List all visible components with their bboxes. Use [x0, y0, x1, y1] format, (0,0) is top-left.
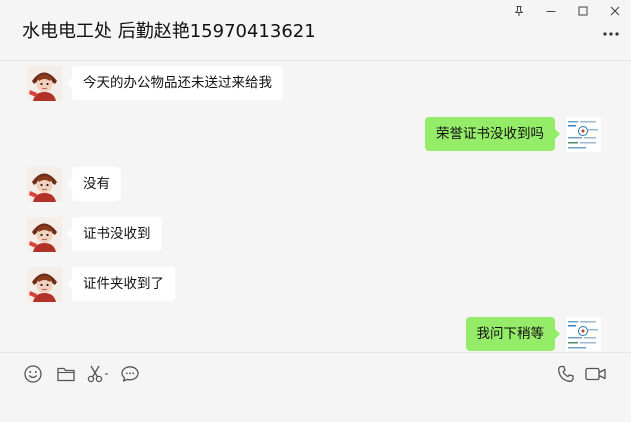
chat-history-button[interactable]	[119, 363, 141, 385]
message-bubble[interactable]: 证件夹收到了	[67, 267, 175, 301]
video-call-button[interactable]	[583, 363, 609, 385]
message-bubble[interactable]: 我问下稍等	[465, 317, 560, 351]
chat-title: 水电电工处 后勤赵艳15970413621	[22, 21, 316, 42]
message-list[interactable]: 今天的办公物品还未送过来给我 荣誉证书没收到吗 没有 证书没收到 证件夹收到了 …	[0, 61, 631, 351]
avatar[interactable]	[27, 66, 62, 101]
close-icon	[610, 6, 620, 16]
scissors-icon	[87, 365, 108, 383]
avatar[interactable]	[27, 217, 62, 252]
message-input[interactable]	[0, 396, 631, 422]
file-button[interactable]	[55, 363, 77, 385]
message-outgoing: 我问下稍等	[465, 317, 601, 351]
message-bubble[interactable]: 今天的办公物品还未送过来给我	[67, 66, 283, 100]
avatar-image	[27, 167, 62, 202]
message-bubble[interactable]: 没有	[67, 167, 121, 201]
message-incoming: 今天的办公物品还未送过来给我	[27, 66, 283, 101]
avatar-image	[27, 217, 62, 252]
message-incoming: 证件夹收到了	[27, 267, 175, 302]
chat-bubble-icon	[121, 366, 139, 382]
message-incoming: 没有	[27, 167, 121, 202]
maximize-button[interactable]	[567, 0, 599, 22]
maximize-icon	[578, 6, 588, 16]
voice-call-button[interactable]	[555, 363, 577, 385]
avatar-image	[566, 317, 601, 351]
avatar[interactable]	[566, 317, 601, 351]
avatar-image	[27, 66, 62, 101]
input-toolbar	[0, 352, 631, 397]
more-button[interactable]	[601, 27, 621, 41]
phone-icon	[558, 365, 574, 382]
folder-icon	[57, 367, 75, 382]
avatar[interactable]	[27, 267, 62, 302]
message-bubble[interactable]: 证书没收到	[67, 217, 162, 251]
window-controls	[503, 0, 631, 22]
minimize-icon	[546, 11, 556, 12]
emoji-icon	[24, 365, 42, 383]
message-bubble[interactable]: 荣誉证书没收到吗	[425, 117, 560, 151]
message-incoming: 证书没收到	[27, 217, 162, 252]
title-bar: 水电电工处 后勤赵艳15970413621	[0, 0, 631, 61]
more-icon	[603, 32, 619, 36]
video-camera-icon	[585, 367, 606, 381]
pin-button[interactable]	[503, 0, 535, 22]
avatar-image	[566, 117, 601, 152]
minimize-button[interactable]	[535, 0, 567, 22]
message-outgoing: 荣誉证书没收到吗	[425, 117, 601, 152]
screenshot-button[interactable]	[86, 363, 112, 385]
close-button[interactable]	[599, 0, 631, 22]
avatar[interactable]	[566, 117, 601, 152]
emoji-button[interactable]	[22, 363, 44, 385]
chat-window: 水电电工处 后勤赵艳15970413621 今天的办公物品还未送过来给我 荣誉证…	[0, 0, 631, 422]
avatar-image	[27, 267, 62, 302]
avatar[interactable]	[27, 167, 62, 202]
pin-icon	[514, 6, 524, 16]
